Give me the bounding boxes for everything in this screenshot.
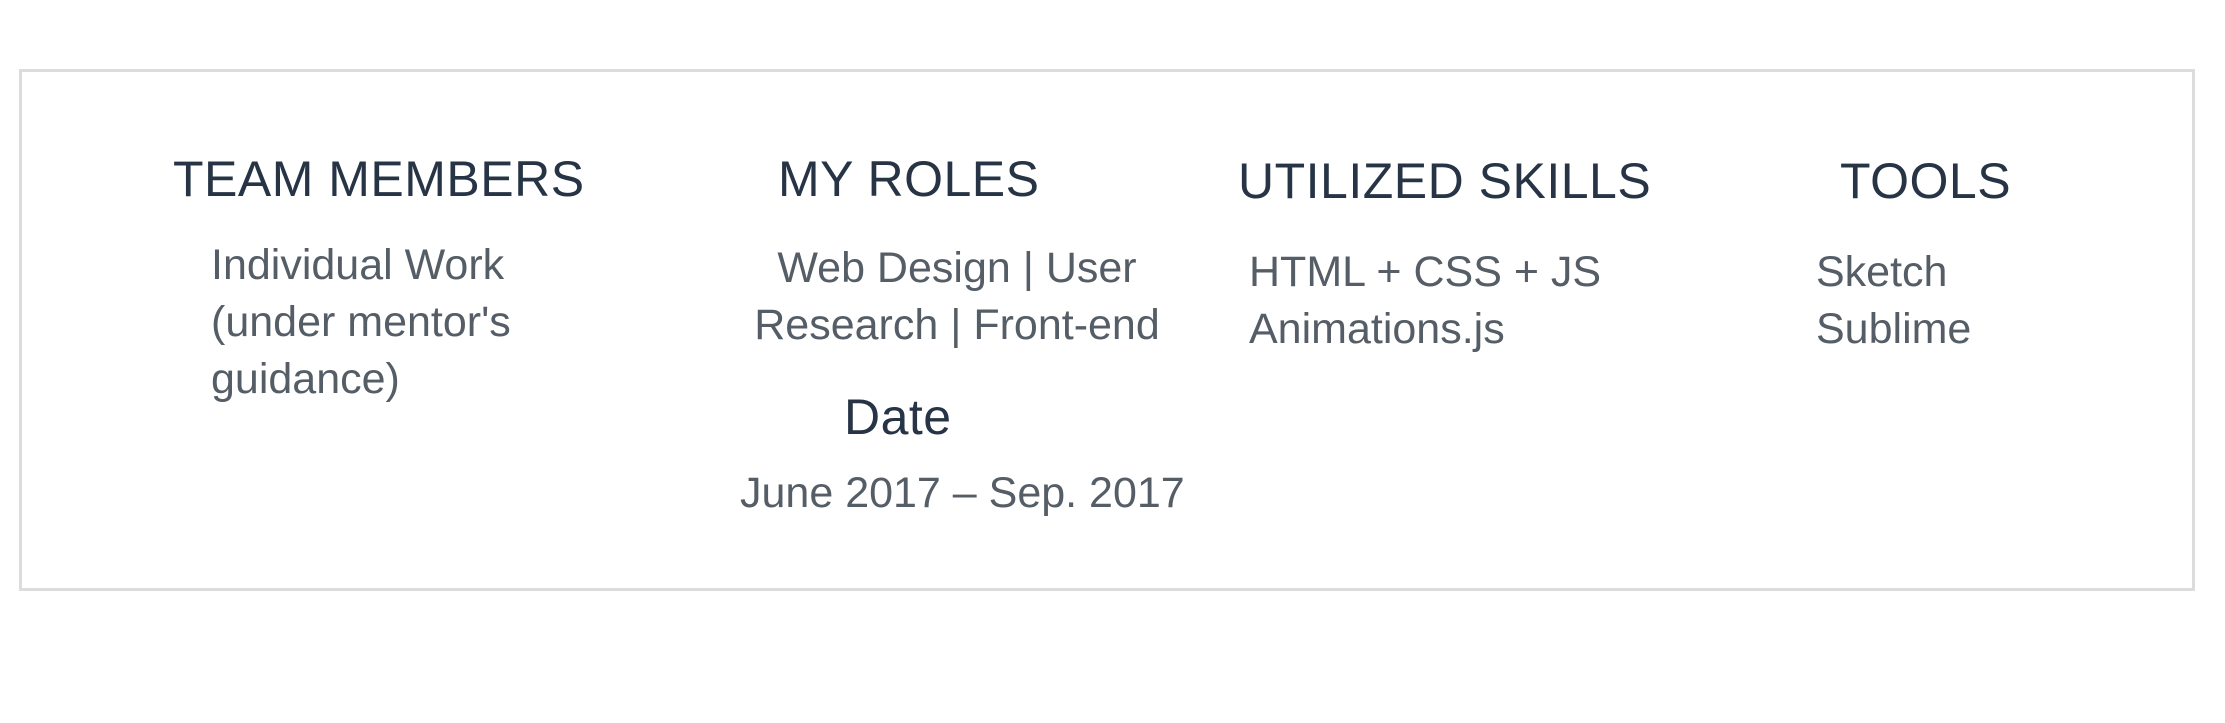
my-roles-line: Web Design | User — [777, 244, 1137, 292]
tool-line: Sketch — [1816, 248, 1948, 296]
team-members-text: Individual Work (under mentor's guidance… — [211, 237, 511, 408]
tools-heading: TOOLS — [1840, 153, 2012, 209]
date-heading: Date — [844, 389, 952, 445]
team-members-line: Individual Work — [211, 241, 505, 289]
utilized-skills-text: HTML + CSS + JS Animations.js — [1249, 244, 1601, 358]
team-members-heading: TEAM MEMBERS — [173, 151, 585, 207]
date-range: June 2017 – Sep. 2017 — [740, 469, 1185, 517]
utilized-skills-heading: UTILIZED SKILLS — [1238, 153, 1652, 209]
my-roles-line: Research | Front-end — [754, 301, 1160, 349]
tool-line: Sublime — [1816, 305, 1972, 353]
my-roles-heading: MY ROLES — [778, 151, 1040, 207]
tools-text: Sketch Sublime — [1816, 244, 1971, 358]
project-info-card: TEAM MEMBERS Individual Work (under ment… — [19, 69, 2195, 591]
skill-line: HTML + CSS + JS — [1249, 248, 1602, 296]
team-members-line: (under mentor's — [211, 298, 511, 346]
my-roles-text: Web Design | User Research | Front-end — [722, 240, 1192, 354]
skill-line: Animations.js — [1249, 305, 1505, 353]
team-members-line: guidance) — [211, 355, 400, 403]
